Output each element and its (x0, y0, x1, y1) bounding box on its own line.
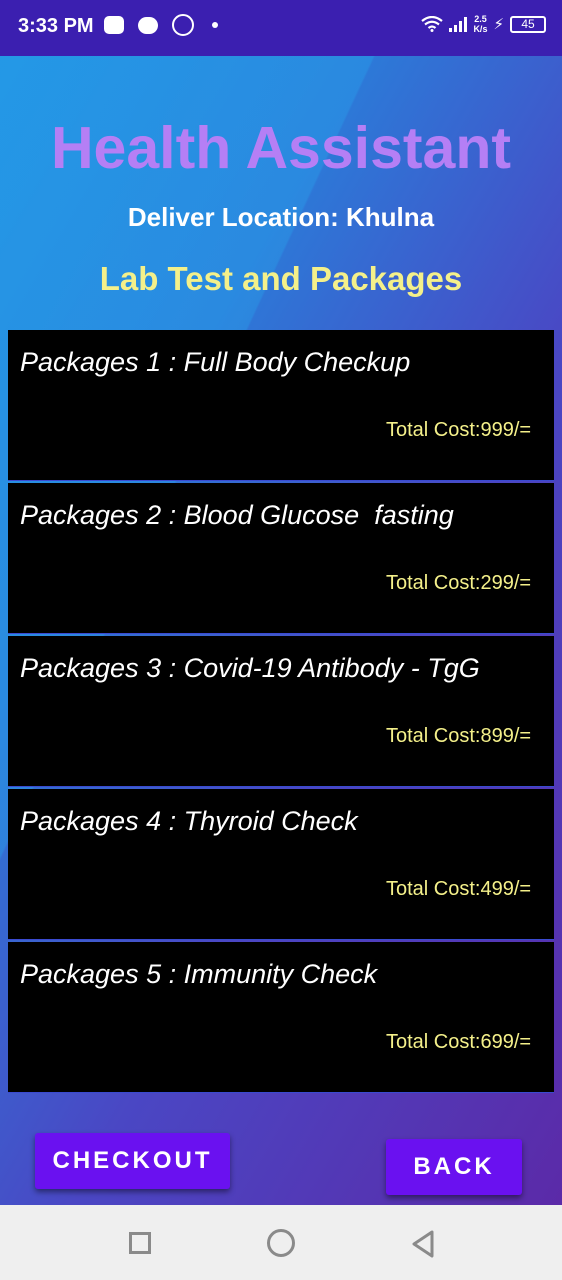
package-name: Packages 3 : Covid-19 Antibody - TgG (20, 653, 480, 683)
package-name: Packages 5 : Immunity Check (20, 959, 378, 989)
status-time: 3:33 PM (18, 15, 94, 37)
package-cost: Total Cost:699/= (386, 1031, 532, 1053)
package-cost: Total Cost:999/= (386, 419, 532, 441)
package-cost: Total Cost:299/= (386, 572, 532, 594)
package-cost: Total Cost:899/= (386, 725, 532, 747)
net-speed: 2.5 K/s (473, 14, 487, 34)
delivery-location: Deliver Location: Khulna (127, 202, 435, 232)
game-icon (104, 16, 124, 34)
globe-icon (172, 14, 194, 36)
home-icon[interactable] (267, 1229, 295, 1257)
package-name: Packages 2 : Blood Glucose fasting (20, 500, 454, 530)
net-speed-value: 2.5 (474, 14, 487, 24)
signal-icon (449, 16, 468, 32)
package-card-3[interactable]: Packages 3 : Covid-19 Antibody - TgG Tot… (8, 636, 554, 787)
recent-apps-icon[interactable] (129, 1232, 151, 1254)
more-notifications-dot-icon (212, 22, 218, 28)
system-navigation-bar (0, 1205, 562, 1280)
wifi-icon (421, 16, 444, 32)
back-triangle-icon[interactable] (410, 1229, 436, 1259)
app-screen: Health Assistant Deliver Location: Khuln… (0, 56, 562, 1205)
notification-icons (104, 14, 218, 36)
back-button[interactable]: BACK (386, 1139, 522, 1195)
charging-bolt-icon: ⚡ (493, 16, 504, 33)
checkout-button[interactable]: CHECKOUT (35, 1133, 230, 1189)
package-name: Packages 1 : Full Body Checkup (20, 347, 411, 377)
net-speed-unit: K/s (473, 24, 488, 34)
status-bar: 3:33 PM 2.5 K/s ⚡ 45 (0, 0, 562, 56)
package-card-5[interactable]: Packages 5 : Immunity Check Total Cost:6… (8, 942, 554, 1093)
app-title: Health Assistant (50, 115, 512, 181)
chat-bubble-icon (138, 16, 158, 34)
battery-icon: 45 (510, 15, 546, 33)
package-name: Packages 4 : Thyroid Check (20, 806, 358, 836)
package-card-4[interactable]: Packages 4 : Thyroid Check Total Cost:49… (8, 789, 554, 940)
system-icons: 2.5 K/s ⚡ 45 (421, 14, 546, 34)
package-card-1[interactable]: Packages 1 : Full Body Checkup Total Cos… (8, 330, 554, 481)
package-cost: Total Cost:499/= (386, 878, 532, 900)
section-title: Lab Test and Packages (99, 260, 463, 297)
package-card-2[interactable]: Packages 2 : Blood Glucose fasting Total… (8, 483, 554, 634)
package-list[interactable]: Packages 1 : Full Body Checkup Total Cos… (8, 330, 554, 1094)
